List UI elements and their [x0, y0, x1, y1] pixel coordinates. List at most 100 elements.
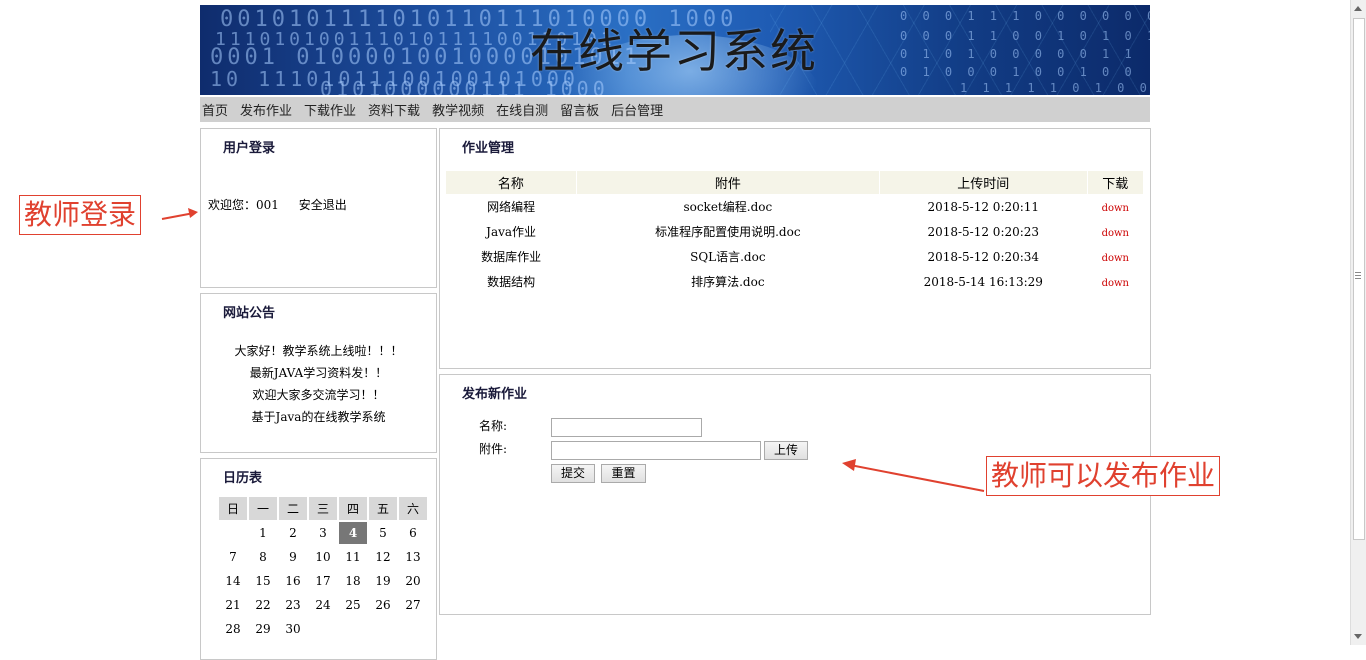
calendar-empty-cell	[369, 618, 397, 640]
column-header-upload-time: 上传时间	[879, 171, 1088, 194]
nav-download-homework[interactable]: 下载作业	[304, 100, 356, 119]
upload-button[interactable]: 上传	[764, 441, 808, 460]
download-link[interactable]: down	[1102, 228, 1129, 239]
calendar-today[interactable]: 4	[339, 522, 367, 544]
reset-button[interactable]: 重置	[601, 464, 646, 483]
welcome-label: 欢迎您：001	[208, 198, 279, 212]
binary-decoration: 0 1 0 1 0 0 0 0 0 1 1	[900, 47, 1136, 61]
homework-download-cell: down	[1087, 219, 1143, 244]
calendar-day[interactable]: 18	[339, 570, 367, 592]
nav-message-board[interactable]: 留言板	[560, 100, 599, 119]
homework-attachment-cell: SQL语言.doc	[690, 250, 766, 264]
notice-item[interactable]: 最新JAVA学习资料发！！	[201, 362, 436, 384]
annotation-teacher-login: 教师登录	[19, 195, 142, 235]
calendar-day[interactable]: 3	[309, 522, 337, 544]
calendar-day[interactable]: 13	[399, 546, 427, 568]
table-row: 数据结构 排序算法.doc 2018-5-14 16:13:29 down	[446, 269, 1144, 294]
calendar-day[interactable]: 19	[369, 570, 397, 592]
calendar-day[interactable]: 16	[279, 570, 307, 592]
calendar-day[interactable]: 12	[369, 546, 397, 568]
calendar-empty-cell	[219, 522, 247, 544]
homework-attachment-cell: 标准程序配置使用说明.doc	[655, 225, 801, 239]
logout-link[interactable]: 安全退出	[299, 198, 347, 212]
calendar-day[interactable]: 27	[399, 594, 427, 616]
calendar-day[interactable]: 21	[219, 594, 247, 616]
welcome-line: 欢迎您：001 安全退出	[208, 196, 347, 213]
calendar-day[interactable]: 30	[279, 618, 307, 640]
calendar-weekday: 日	[219, 497, 247, 520]
scroll-up-icon[interactable]	[1354, 6, 1362, 11]
calendar-day[interactable]: 1	[249, 522, 277, 544]
column-header-download: 下载	[1087, 171, 1145, 194]
nav-admin[interactable]: 后台管理	[611, 100, 663, 119]
nav-home[interactable]: 首页	[202, 100, 228, 119]
calendar-day[interactable]: 20	[399, 570, 427, 592]
vertical-scrollbar[interactable]	[1350, 0, 1366, 645]
calendar-weekday: 二	[279, 497, 307, 520]
calendar-day[interactable]: 25	[339, 594, 367, 616]
calendar-day[interactable]: 26	[369, 594, 397, 616]
table-row: 数据库作业 SQL语言.doc 2018-5-12 0:20:34 down	[446, 244, 1144, 269]
calendar-day[interactable]: 5	[369, 522, 397, 544]
notice-item[interactable]: 大家好！教学系统上线啦！！！	[201, 340, 436, 362]
calendar-day[interactable]: 8	[249, 546, 277, 568]
calendar-day[interactable]: 24	[309, 594, 337, 616]
calendar-day[interactable]: 28	[219, 618, 247, 640]
annotation-arrow-right	[842, 459, 985, 492]
calendar-heading: 日历表	[223, 471, 263, 486]
homework-panel: 作业管理 名称 附件 上传时间 下载 网络编程 socket编程.doc 2018-…	[439, 128, 1151, 369]
calendar-day[interactable]: 6	[399, 522, 427, 544]
calendar-weekday: 三	[309, 497, 337, 520]
homework-time-cell: 2018-5-12 0:20:11	[927, 199, 1040, 214]
calendar-day[interactable]: 22	[249, 594, 277, 616]
notice-list: 大家好！教学系统上线啦！！！ 最新JAVA学习资料发！！ 欢迎大家多交流学习！！…	[201, 340, 436, 428]
scroll-grip-icon	[1355, 272, 1361, 280]
calendar-weekday: 五	[369, 497, 397, 520]
calendar-empty-cell	[339, 618, 367, 640]
calendar-day[interactable]: 17	[309, 570, 337, 592]
column-header-attachment: 附件	[576, 171, 880, 194]
notice-item[interactable]: 欢迎大家多交流学习！！	[201, 384, 436, 406]
calendar-table: 日一二三四五六 1 2 3 4 5 6 7 8 9 10 11 12 13 14 15 16 17 18 19 20 2…	[217, 495, 429, 642]
calendar-day[interactable]: 2	[279, 522, 307, 544]
homework-download-cell: down	[1087, 269, 1143, 294]
nav-publish-homework[interactable]: 发布作业	[240, 100, 292, 119]
calendar-weekday: 四	[339, 497, 367, 520]
calendar-day[interactable]: 10	[309, 546, 337, 568]
column-header-name: 名称	[446, 171, 577, 194]
download-link[interactable]: down	[1102, 278, 1129, 289]
calendar-day[interactable]: 29	[249, 618, 277, 640]
homework-name-cell: 数据库作业	[481, 250, 542, 264]
publish-heading: 发布新作业	[462, 387, 528, 402]
binary-decoration: 0 0 0 1 1 1 0 0 0 0 0 0 0	[900, 9, 1150, 23]
scroll-down-icon[interactable]	[1354, 634, 1362, 639]
homework-name-cell: Java作业	[486, 225, 537, 239]
name-input[interactable]	[551, 418, 702, 437]
submit-button[interactable]: 提交	[551, 464, 595, 483]
calendar-weekday: 一	[249, 497, 277, 520]
nav-download-materials[interactable]: 资料下载	[368, 100, 420, 119]
calendar-day[interactable]: 9	[279, 546, 307, 568]
calendar-day[interactable]: 11	[339, 546, 367, 568]
download-link[interactable]: down	[1102, 253, 1129, 264]
calendar-day[interactable]: 7	[219, 546, 247, 568]
annotation-arrow-left	[161, 208, 198, 220]
annotation-teacher-publish: 教师可以发布作业	[986, 456, 1221, 496]
nav-teaching-video[interactable]: 教学视频	[432, 100, 484, 119]
main-nav: 首页 发布作业 下载作业 资料下载 教学视频 在线自测 留言板 后台管理	[200, 97, 1150, 122]
nav-online-test[interactable]: 在线自测	[496, 100, 548, 119]
name-label: 名称:	[479, 419, 508, 433]
calendar-weekday: 六	[399, 497, 427, 520]
calendar-day[interactable]: 15	[249, 570, 277, 592]
homework-time-cell: 2018-5-12 0:20:23	[927, 224, 1040, 239]
calendar-day[interactable]: 23	[279, 594, 307, 616]
calendar-day[interactable]: 14	[219, 570, 247, 592]
homework-time-cell: 2018-5-14 16:13:29	[923, 274, 1043, 289]
attachment-file-input[interactable]	[551, 441, 761, 460]
site-banner: 0010101111010110111010000 1000 111010100…	[200, 5, 1150, 95]
binary-decoration: 0 1 0 0 0 1 0 0 1 0 0	[900, 65, 1136, 79]
binary-decoration: 1 1 1 1 1 0 1 0 0 0	[960, 81, 1150, 95]
download-link[interactable]: down	[1102, 203, 1129, 214]
notice-item[interactable]: 基于Java的在线教学系统	[201, 406, 436, 428]
homework-download-cell: down	[1087, 194, 1143, 219]
